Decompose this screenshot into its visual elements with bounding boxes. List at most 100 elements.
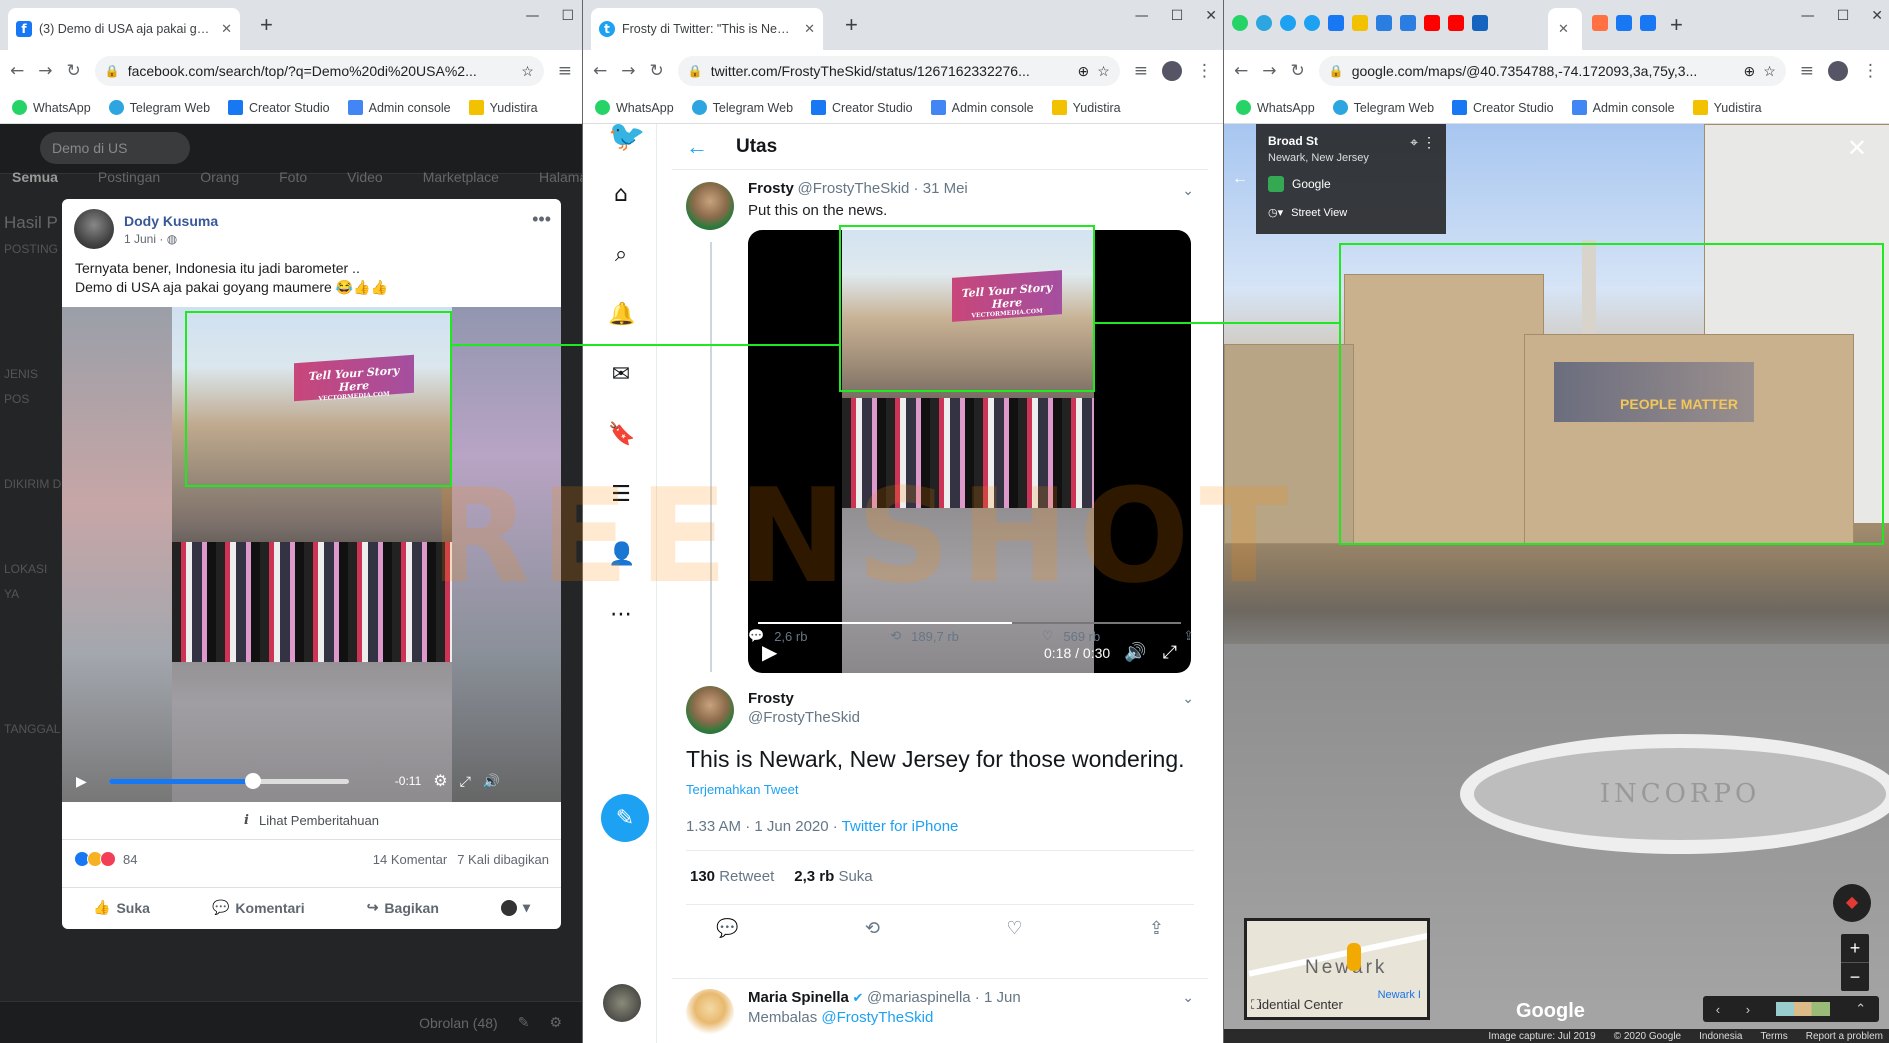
- close-window-icon[interactable]: ✕: [1205, 8, 1217, 24]
- like-button[interactable]: ♡ 569 rb: [1042, 628, 1101, 644]
- filter-tanggal[interactable]: TANGGAL: [4, 717, 62, 742]
- profile-icon[interactable]: [1828, 61, 1848, 81]
- reload-icon[interactable]: ↻: [1291, 61, 1305, 81]
- tab-twitter[interactable]: t Frosty di Twitter: "This is Newark ✕: [591, 8, 823, 50]
- comment-button[interactable]: 💬 Komentari: [212, 899, 305, 916]
- avatar[interactable]: [603, 984, 641, 1022]
- audience-selector[interactable]: ▾: [500, 899, 530, 916]
- share-count[interactable]: 7 Kali dibagikan: [457, 852, 549, 867]
- facebook-icon[interactable]: [1616, 15, 1632, 31]
- chevron-down-icon[interactable]: ⌄: [1182, 690, 1194, 707]
- forward-icon[interactable]: →: [621, 61, 635, 81]
- back-icon[interactable]: ←: [593, 61, 607, 81]
- maximize-icon[interactable]: ☐: [561, 8, 574, 24]
- region-link[interactable]: Indonesia: [1699, 1031, 1742, 1042]
- tab-semua[interactable]: Semua: [12, 169, 58, 185]
- install-icon[interactable]: ⊕: [1077, 63, 1089, 80]
- bookmark-creator-studio[interactable]: Creator Studio: [228, 100, 330, 115]
- forward-icon[interactable]: →: [38, 61, 52, 81]
- bookmark-creator-studio[interactable]: Creator Studio: [811, 100, 913, 115]
- avatar[interactable]: [686, 686, 734, 734]
- tab-postingan[interactable]: Postingan: [98, 169, 160, 185]
- filter-jenis-pos[interactable]: JENIS POS: [4, 362, 62, 412]
- youtube-icon[interactable]: [1424, 15, 1440, 31]
- report-link[interactable]: Report a problem: [1806, 1031, 1883, 1042]
- back-arrow-icon[interactable]: ←: [686, 134, 708, 160]
- more-options-icon[interactable]: ⋮: [1422, 134, 1436, 151]
- tab-maps[interactable]: ✕: [1548, 8, 1582, 50]
- telegram-icon[interactable]: [1256, 15, 1272, 31]
- volume-icon[interactable]: 🔊: [1124, 642, 1146, 663]
- volume-icon[interactable]: 🔊: [483, 773, 500, 790]
- reading-list-icon[interactable]: ≡: [1800, 61, 1814, 81]
- play-icon[interactable]: ▶: [76, 773, 87, 790]
- bookmark-creator-studio[interactable]: Creator Studio: [1452, 100, 1554, 115]
- tweet-video[interactable]: Tell Your Story Here VECTORMEDIA.COM ▶ 0:…: [748, 230, 1191, 673]
- terms-link[interactable]: Terms: [1761, 1031, 1788, 1042]
- mail-icon[interactable]: ✉: [608, 362, 634, 388]
- back-icon[interactable]: ←: [1234, 61, 1248, 81]
- close-tab-icon[interactable]: ✕: [1558, 21, 1569, 37]
- search-input[interactable]: Demo di US: [40, 132, 190, 164]
- reply-icon[interactable]: 💬: [716, 918, 738, 939]
- reaction-count[interactable]: 84: [123, 852, 137, 867]
- chevron-down-icon[interactable]: ⌄: [1182, 989, 1194, 1006]
- pegman-icon[interactable]: [1347, 943, 1361, 971]
- chevron-down-icon[interactable]: ⌄: [1182, 182, 1194, 199]
- minimize-icon[interactable]: —: [525, 8, 539, 24]
- replying-to-link[interactable]: @FrostyTheSkid: [821, 1009, 933, 1026]
- fullscreen-icon[interactable]: ⤢: [460, 773, 471, 790]
- star-icon[interactable]: ☆: [1097, 63, 1110, 80]
- more-icon[interactable]: ⋯: [608, 602, 634, 628]
- new-tab-icon[interactable]: +: [260, 14, 273, 36]
- tweet-timestamp[interactable]: 1.33 AM · 1 Jun 2020 ·: [686, 818, 842, 835]
- tweet-author[interactable]: Maria Spinella: [748, 989, 849, 1006]
- edit-icon[interactable]: ✎: [518, 1014, 530, 1031]
- minimap-link[interactable]: Newark I: [1378, 989, 1421, 1001]
- menu-icon[interactable]: ⋮: [1862, 61, 1879, 81]
- avatar[interactable]: [686, 182, 734, 230]
- bookmark-yudistira[interactable]: Yudistira: [1051, 100, 1121, 115]
- address-bar[interactable]: 🔒 twitter.com/FrostyTheSkid/status/12671…: [677, 56, 1120, 86]
- bookmark-admin-console[interactable]: Admin console: [1571, 100, 1675, 115]
- post-video[interactable]: Tell Your Story Here VECTORMEDIA.COM ▶ -0…: [62, 307, 561, 802]
- app-icon[interactable]: [1376, 15, 1392, 31]
- menu-icon[interactable]: ⋮: [1196, 61, 1213, 81]
- address-bar[interactable]: 🔒 facebook.com/search/top/?q=Demo%20di%2…: [94, 56, 544, 86]
- facebook-icon[interactable]: [1640, 15, 1656, 31]
- bookmark-telegram[interactable]: Telegram Web: [691, 100, 793, 115]
- post-date[interactable]: 1 Juni ·: [124, 232, 167, 246]
- tweet-author[interactable]: Frosty: [748, 690, 860, 707]
- tab-video[interactable]: Video: [347, 169, 383, 185]
- minimize-icon[interactable]: —: [1135, 8, 1149, 24]
- zoom-in-icon[interactable]: +: [1841, 934, 1869, 962]
- share-button[interactable]: ⇪: [1183, 628, 1194, 644]
- bookmark-yudistira[interactable]: Yudistira: [1692, 100, 1762, 115]
- reload-icon[interactable]: ↻: [67, 61, 81, 81]
- close-tab-icon[interactable]: ✕: [221, 21, 232, 37]
- app-icon[interactable]: [1592, 15, 1608, 31]
- thumbnail-icon[interactable]: [1775, 1002, 1830, 1016]
- more-options-icon[interactable]: •••: [532, 209, 551, 230]
- bookmark-yudistira[interactable]: Yudistira: [468, 100, 538, 115]
- tab-orang[interactable]: Orang: [200, 169, 239, 185]
- tab-foto[interactable]: Foto: [279, 169, 307, 185]
- reload-icon[interactable]: ↻: [650, 61, 664, 81]
- forward-icon[interactable]: →: [1262, 61, 1276, 81]
- bookmark-whatsapp[interactable]: WhatsApp: [595, 100, 674, 115]
- bookmark-telegram[interactable]: Telegram Web: [108, 100, 210, 115]
- place-name[interactable]: Broad St: [1268, 134, 1434, 148]
- like-button[interactable]: 👍 Suka: [93, 899, 150, 916]
- close-window-icon[interactable]: ✕: [1871, 8, 1883, 24]
- twitter-icon[interactable]: [1304, 15, 1320, 31]
- reading-list-icon[interactable]: ≡: [558, 61, 572, 81]
- tweet-handle[interactable]: @FrostyTheSkid · 31 Mei: [797, 180, 967, 197]
- bookmark-icon[interactable]: 🔖: [608, 422, 635, 448]
- avatar[interactable]: [74, 209, 114, 249]
- minimize-icon[interactable]: —: [1801, 8, 1815, 24]
- settings-icon[interactable]: ⚙: [433, 771, 447, 791]
- compose-tweet-button[interactable]: ✎: [601, 794, 649, 842]
- bookmark-admin-console[interactable]: Admin console: [930, 100, 1034, 115]
- bookmark-admin-console[interactable]: Admin console: [347, 100, 451, 115]
- app-icon[interactable]: [1400, 15, 1416, 31]
